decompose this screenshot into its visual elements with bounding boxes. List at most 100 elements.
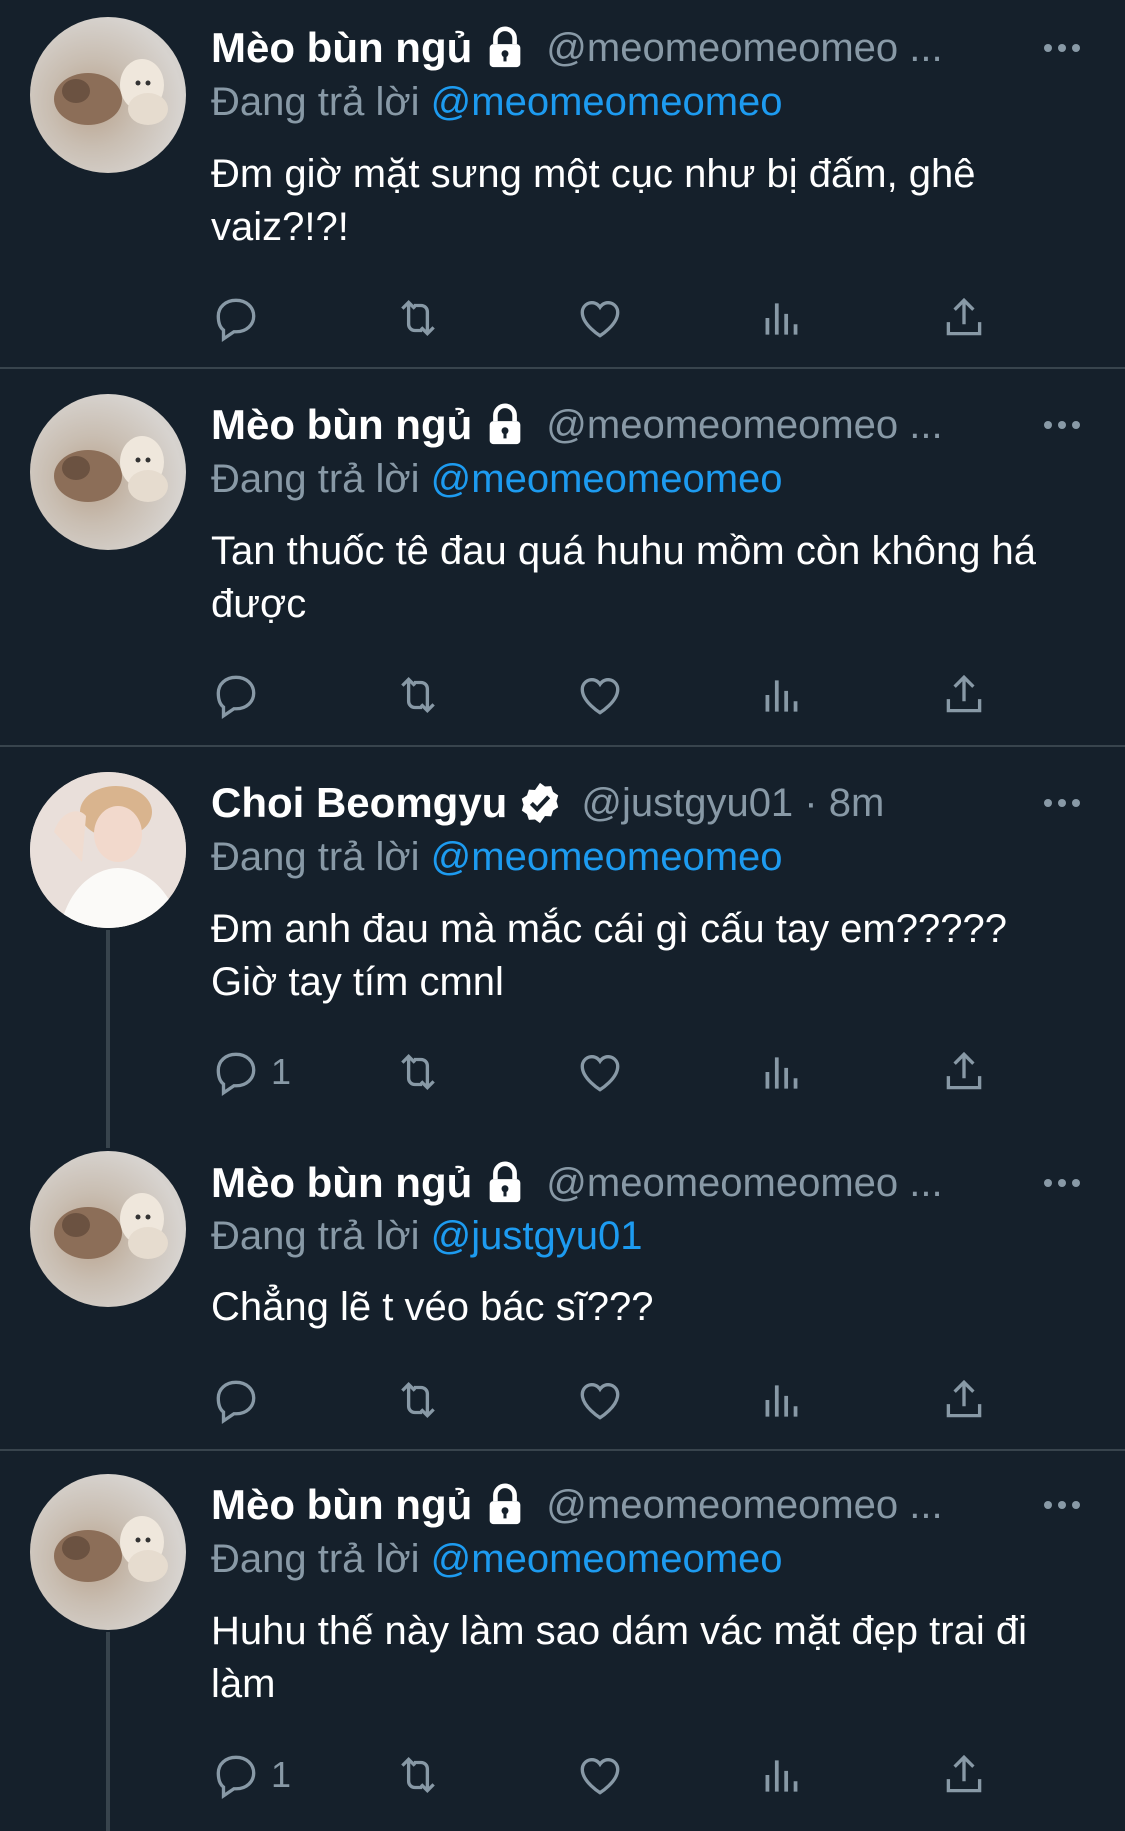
reply-button[interactable]: 1 <box>211 1747 291 1803</box>
reply-prefix: Đang trả lời <box>211 80 420 124</box>
reply-prefix: Đang trả lời <box>211 457 420 501</box>
verified-icon <box>522 782 559 824</box>
lock-icon <box>489 1161 521 1203</box>
avatar-image <box>54 1516 168 1582</box>
like-icon <box>580 1055 620 1092</box>
like-button[interactable] <box>575 1044 625 1100</box>
like-icon <box>580 1383 620 1420</box>
avatar-image <box>54 436 168 502</box>
like-button[interactable] <box>575 290 625 346</box>
more-icon[interactable] <box>1040 1495 1084 1515</box>
share-icon <box>946 1051 982 1090</box>
like-icon <box>580 678 620 715</box>
reply-button[interactable] <box>211 667 271 723</box>
reply-prefix: Đang trả lời <box>211 1214 420 1258</box>
display-name[interactable]: Mèo bùn ngủ <box>211 1159 472 1207</box>
retweet-icon <box>401 677 435 713</box>
display-name[interactable]: Mèo bùn ngủ <box>211 401 472 449</box>
tweet-header: Mèo bùn ngủ @meomeomeomeo ... <box>211 1477 943 1533</box>
handle[interactable]: @meomeomeomeo ... <box>546 1483 942 1528</box>
like-button[interactable] <box>575 1747 625 1803</box>
handle[interactable]: @meomeomeomeo ... <box>546 1161 942 1206</box>
tweet-header: Choi Beomgyu @justgyu01 · 8m <box>211 775 884 831</box>
tweet[interactable]: Choi Beomgyu @justgyu01 · 8m Đang trả lờ… <box>0 747 1125 1151</box>
more-icon[interactable] <box>1040 38 1084 58</box>
retweet-button[interactable] <box>393 1044 443 1100</box>
display-name[interactable]: Mèo bùn ngủ <box>211 24 472 72</box>
retweet-icon <box>401 1382 435 1418</box>
views-button[interactable] <box>757 1044 807 1100</box>
reply-icon <box>216 1755 256 1799</box>
tweet[interactable]: Mèo bùn ngủ @meomeomeomeo ... Đang trả l… <box>0 1151 1125 1447</box>
share-icon <box>946 1379 982 1418</box>
lock-icon <box>489 26 521 68</box>
like-button[interactable] <box>575 667 625 723</box>
reply-mention-link[interactable]: @meomeomeomeo <box>431 80 783 124</box>
views-button[interactable] <box>757 290 807 346</box>
retweet-icon <box>401 1757 435 1793</box>
tweet[interactable]: Mèo bùn ngủ @meomeomeomeo ... Đang trả l… <box>0 369 1125 744</box>
share-button[interactable] <box>939 667 989 723</box>
tweet[interactable]: Mèo bùn ngủ @meomeomeomeo ... Đang trả l… <box>0 0 1125 366</box>
views-icon <box>765 1760 798 1792</box>
retweet-icon <box>401 300 435 336</box>
retweet-button[interactable] <box>393 667 443 723</box>
more-icon[interactable] <box>1040 1173 1084 1193</box>
reply-button[interactable]: 1 <box>211 1044 291 1100</box>
retweet-button[interactable] <box>393 1747 443 1803</box>
reply-icon <box>216 1380 256 1424</box>
reply-icon <box>216 298 256 342</box>
handle[interactable]: @meomeomeomeo ... <box>546 26 942 71</box>
reply-mention-link[interactable]: @meomeomeomeo <box>431 457 783 501</box>
reply-prefix: Đang trả lời <box>211 1537 420 1581</box>
handle[interactable]: @justgyu01 · 8m <box>581 781 884 826</box>
avatar-image <box>54 59 168 125</box>
more-icon[interactable] <box>1040 415 1084 435</box>
views-button[interactable] <box>757 667 807 723</box>
avatar[interactable] <box>30 1151 186 1307</box>
display-name[interactable]: Mèo bùn ngủ <box>211 1481 472 1529</box>
views-button[interactable] <box>757 1747 807 1803</box>
tweet-text: Chẳng lẽ t véo bác sĩ??? <box>211 1285 654 1329</box>
share-button[interactable] <box>939 1747 989 1803</box>
timeline-feed: Mèo bùn ngủ @meomeomeomeo ... Đang trả l… <box>0 0 1125 1831</box>
reply-context: Đang trả lời @meomeomeomeo <box>211 1537 783 1582</box>
avatar[interactable] <box>30 17 186 173</box>
like-button[interactable] <box>575 1372 625 1428</box>
views-button[interactable] <box>757 1372 807 1428</box>
reply-mention-link[interactable]: @meomeomeomeo <box>431 1537 783 1581</box>
tweet-text: Tan thuốc tê đau quá huhu mồm còn không … <box>211 529 1037 626</box>
reply-count: 1 <box>271 1051 292 1092</box>
share-button[interactable] <box>939 290 989 346</box>
tweet[interactable]: Mèo bùn ngủ @meomeomeomeo ... Đang trả l… <box>0 1451 1125 1831</box>
more-icon[interactable] <box>1040 793 1084 813</box>
share-icon <box>946 674 982 713</box>
retweet-icon <box>401 1054 435 1090</box>
avatar[interactable] <box>30 1474 186 1630</box>
avatar[interactable] <box>30 394 186 550</box>
reply-prefix: Đang trả lời <box>211 835 420 879</box>
handle[interactable]: @meomeomeomeo ... <box>546 403 942 448</box>
share-icon <box>946 1754 982 1793</box>
views-icon <box>765 303 798 335</box>
share-button[interactable] <box>939 1372 989 1428</box>
avatar-image <box>30 772 186 928</box>
views-icon <box>765 1057 798 1089</box>
lock-icon <box>489 403 521 445</box>
reply-mention-link[interactable]: @justgyu01 <box>431 1214 643 1258</box>
share-button[interactable] <box>939 1044 989 1100</box>
reply-button[interactable] <box>211 1372 271 1428</box>
avatar-image <box>54 1193 168 1259</box>
retweet-button[interactable] <box>393 290 443 346</box>
tweet-text: Huhu thế này làm sao dám vác mặt đẹp tra… <box>211 1609 1027 1706</box>
reply-mention-link[interactable]: @meomeomeomeo <box>431 835 783 879</box>
retweet-button[interactable] <box>393 1372 443 1428</box>
tweet-text: Đm anh đau mà mắc cái gì cấu tay em?????… <box>211 907 1007 1004</box>
display-name[interactable]: Choi Beomgyu <box>211 779 507 827</box>
reply-context: Đang trả lời @meomeomeomeo <box>211 457 783 502</box>
reply-button[interactable] <box>211 290 271 346</box>
tweet-header: Mèo bùn ngủ @meomeomeomeo ... <box>211 397 943 453</box>
views-icon <box>765 680 798 712</box>
share-icon <box>946 297 982 336</box>
avatar[interactable] <box>30 772 186 928</box>
